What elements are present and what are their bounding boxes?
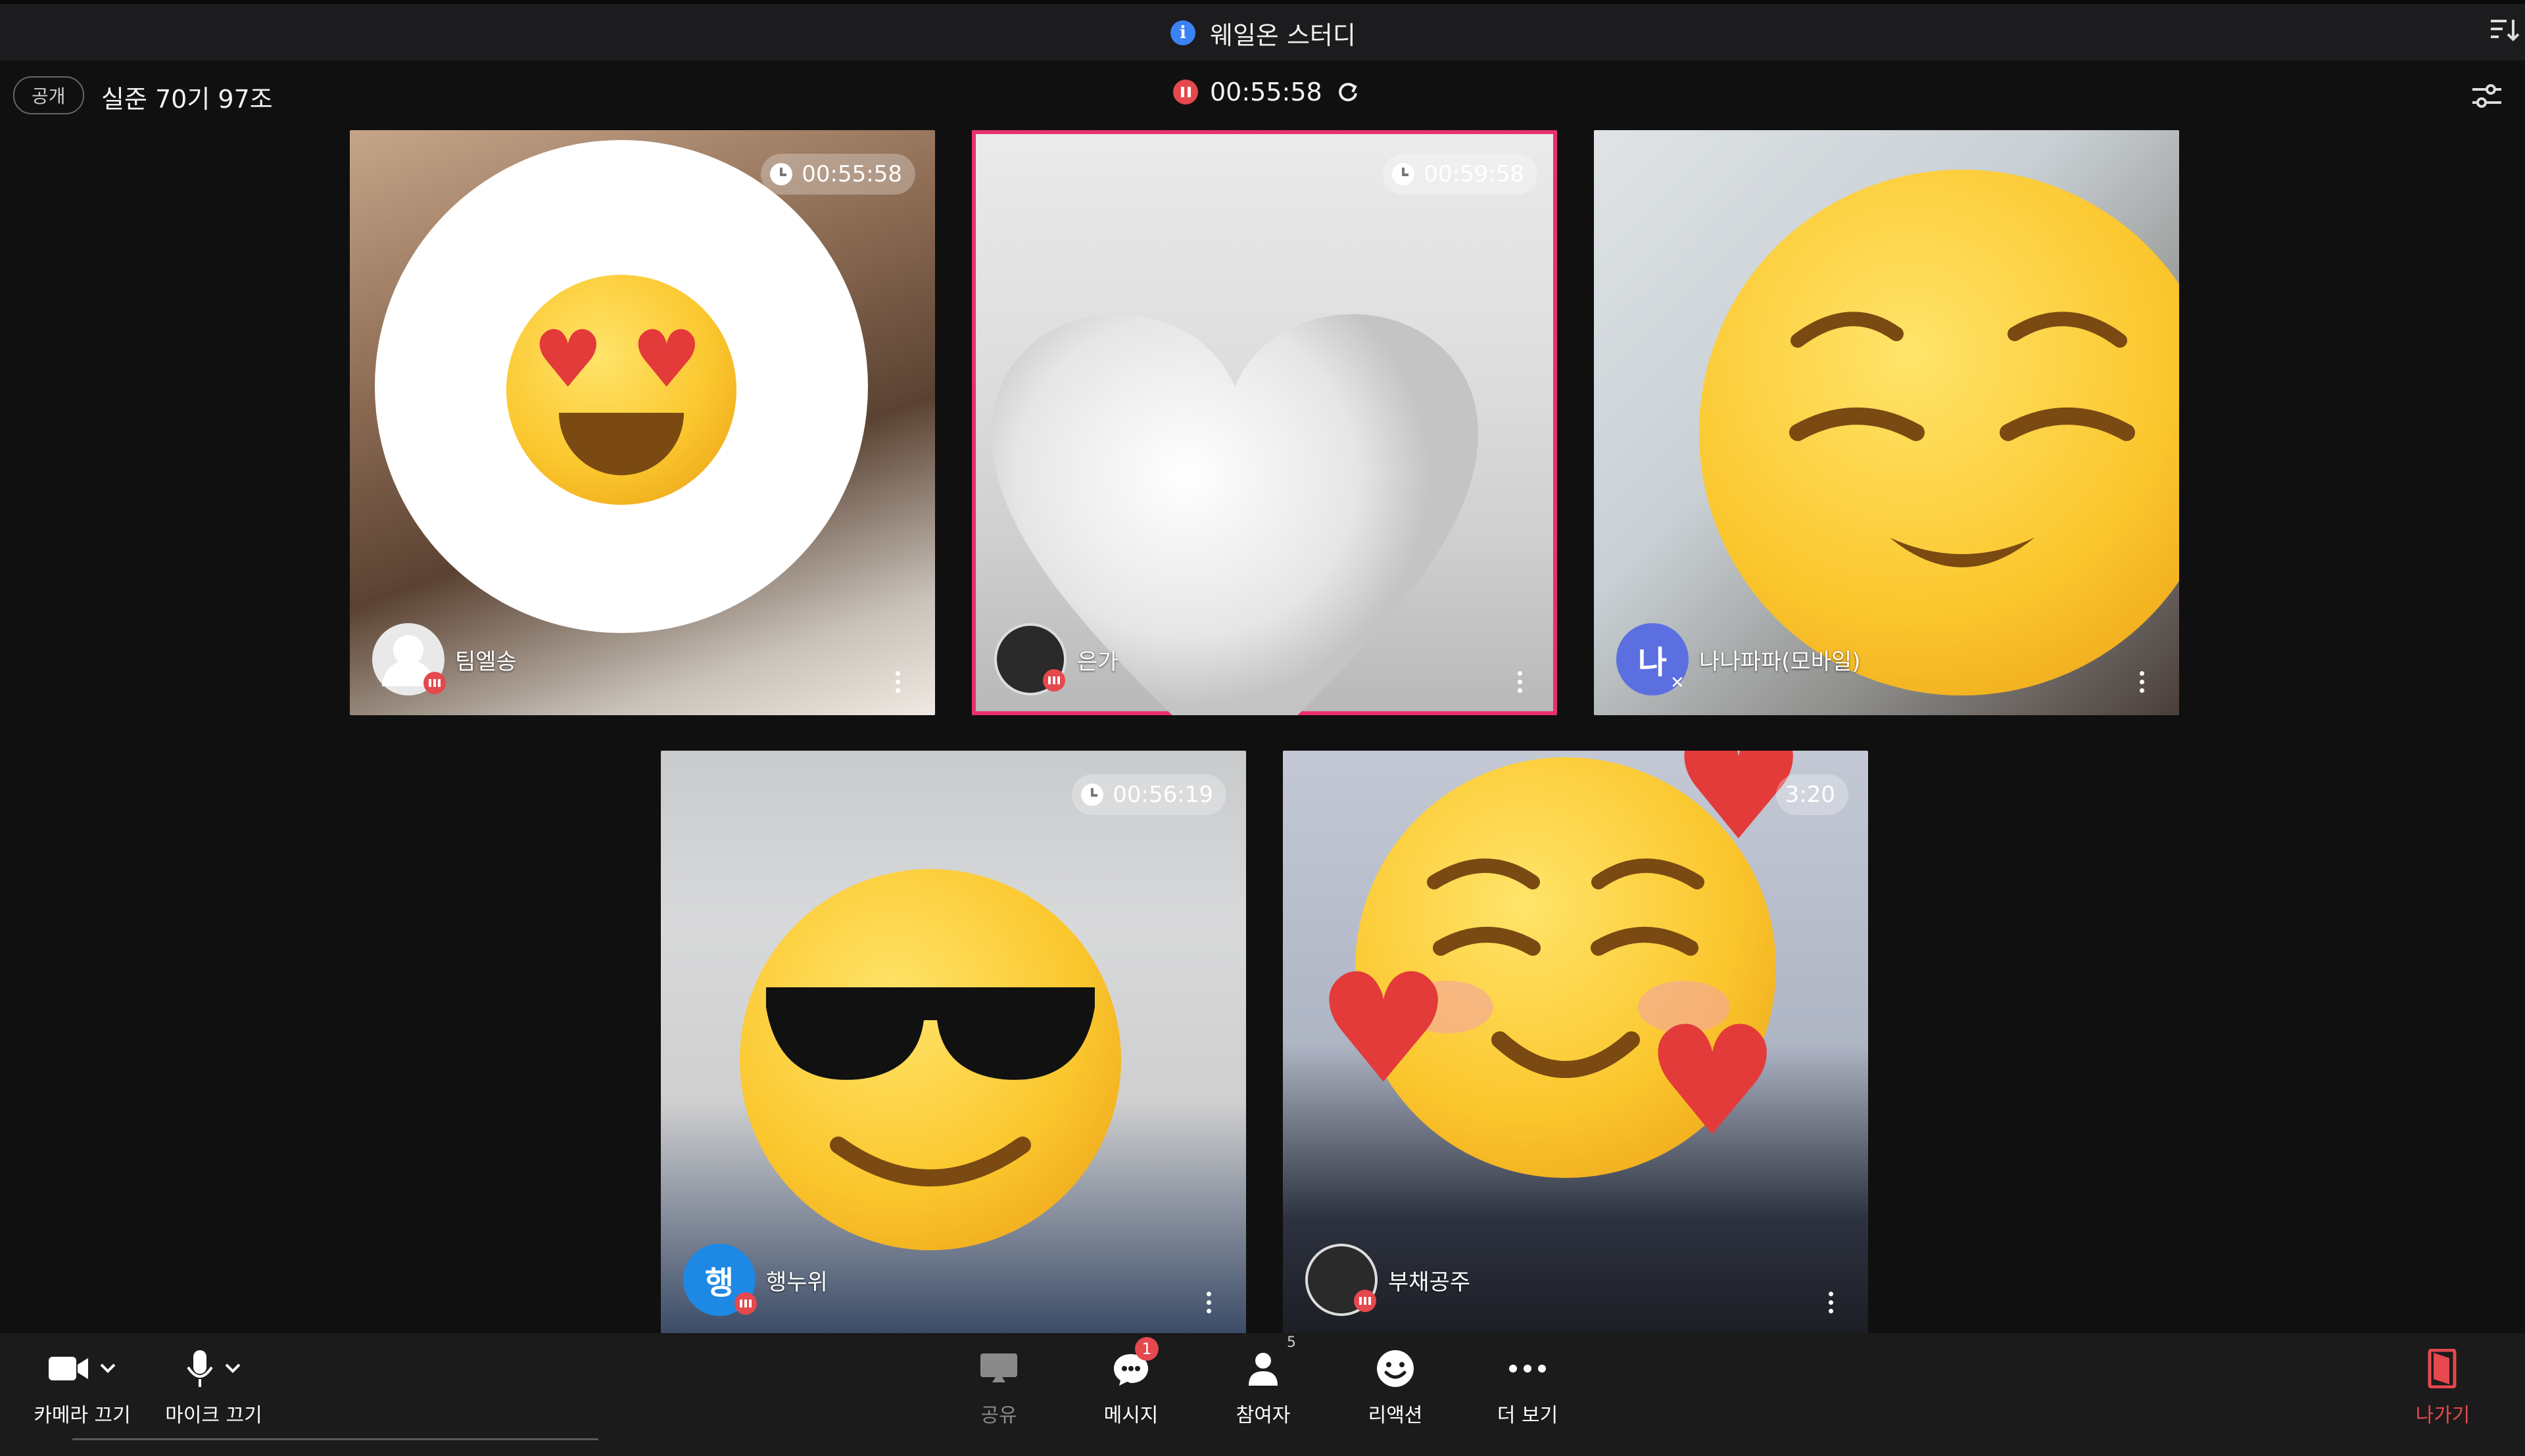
- participant-name: 나나파파(모바일): [1699, 648, 1861, 675]
- mic-toggle-label: 마이크 끄기: [165, 1404, 262, 1427]
- reaction-button[interactable]: 리액션: [1346, 1341, 1445, 1428]
- participant-label: 행 행누위: [683, 1244, 828, 1316]
- tile-timer: 00:59:58: [1383, 154, 1537, 195]
- video-tile[interactable]: ♥ ♥ ♥ 3:20 부채공주: [1283, 751, 1868, 1336]
- tile-timer: 00:55:58: [761, 154, 915, 195]
- mic-active-icon: [1043, 669, 1065, 692]
- participants-label: 참여자: [1236, 1404, 1291, 1427]
- participant-count: 5: [1287, 1334, 1296, 1351]
- clock-icon: [1081, 784, 1104, 806]
- pause-record-icon[interactable]: [1173, 80, 1198, 105]
- video-tile[interactable]: ♥ ♥ 00:55:58 팀엘송: [350, 130, 935, 715]
- exit-door-icon: [2428, 1349, 2457, 1388]
- toolbar-divider-line: [72, 1438, 598, 1440]
- settings-sliders-icon[interactable]: [2468, 78, 2505, 117]
- tile-timer-value: 3:20: [1785, 782, 1835, 808]
- mic-toggle-button[interactable]: 마이크 끄기: [164, 1341, 263, 1428]
- participant-label: 은가: [994, 623, 1118, 695]
- meeting-toolbar: 카메라 끄기 마이크 끄기 공유 1 메시지 5 참여자 리액션 더 보기 나가…: [0, 1333, 2525, 1456]
- smiley-icon: [1377, 1350, 1414, 1387]
- avatar-letter: 행: [704, 1265, 734, 1302]
- participant-name: 팀엘송: [455, 648, 517, 675]
- participant-name: 은가: [1077, 648, 1118, 675]
- camera-toggle-button[interactable]: 카메라 끄기: [33, 1341, 132, 1428]
- layout-sort-icon[interactable]: [2488, 14, 2520, 46]
- avatar: 행: [683, 1244, 757, 1316]
- avatar: [1305, 1244, 1378, 1316]
- info-icon[interactable]: i: [1170, 20, 1195, 45]
- tile-timer-value: 00:56:19: [1113, 782, 1213, 808]
- more-options-icon[interactable]: [1829, 1292, 1835, 1313]
- clock-icon: [1392, 163, 1415, 185]
- video-camera-icon: [49, 1357, 88, 1380]
- tile-timer-value: 00:55:58: [802, 161, 902, 187]
- participants-button[interactable]: 5 참여자: [1214, 1334, 1312, 1428]
- leave-label: 나가기: [2415, 1404, 2470, 1427]
- participant-name: 부채공주: [1388, 1269, 1471, 1296]
- more-horizontal-icon: [1509, 1365, 1546, 1373]
- visibility-badge: 공개: [13, 76, 84, 114]
- room-name: 실준 70기 97조: [101, 85, 273, 114]
- share-button[interactable]: 공유: [950, 1341, 1048, 1428]
- participant-label: 부채공주: [1305, 1244, 1470, 1316]
- window-title: 웨일온 스터디: [1210, 20, 1356, 50]
- reaction-label: 리액션: [1368, 1404, 1423, 1427]
- tile-timer: 00:56:19: [1072, 774, 1226, 815]
- white-circle-overlay: [375, 140, 868, 633]
- clock-icon: [770, 163, 793, 185]
- mic-muted-icon: ✕: [1670, 673, 1685, 693]
- session-elapsed: 00:55:58: [1210, 78, 1322, 106]
- tile-timer: 3:20: [1775, 774, 1848, 815]
- heart-eyes-emoji: ♥ ♥: [506, 275, 736, 505]
- camera-toggle-label: 카메라 끄기: [34, 1404, 131, 1427]
- session-timer: 00:55:58: [1173, 78, 1360, 106]
- meeting-info-bar: 공개 실준 70기 97조 00:55:58: [0, 66, 2525, 125]
- leave-button[interactable]: 나가기: [2393, 1341, 2492, 1428]
- participant-name: 행누위: [766, 1269, 828, 1296]
- more-options-icon[interactable]: [896, 671, 902, 693]
- microphone-icon: [187, 1350, 213, 1387]
- window-title-group: i 웨일온 스터디: [1170, 13, 1356, 53]
- participant-label: 나 ✕ 나나파파(모바일): [1616, 623, 1861, 695]
- avatar: [372, 623, 446, 695]
- message-label: 메시지: [1103, 1404, 1159, 1427]
- mic-active-icon: [1354, 1290, 1376, 1312]
- person-icon: [1249, 1353, 1278, 1386]
- message-button[interactable]: 1 메시지: [1082, 1337, 1180, 1428]
- avatar: 나 ✕: [1616, 623, 1689, 695]
- more-label: 더 보기: [1497, 1404, 1558, 1427]
- chevron-down-icon[interactable]: [99, 1362, 117, 1375]
- refresh-icon[interactable]: [1334, 79, 1360, 105]
- chevron-down-icon[interactable]: [224, 1362, 242, 1375]
- unread-badge: 1: [1135, 1337, 1159, 1361]
- mic-active-icon: [423, 672, 446, 694]
- more-options-icon[interactable]: [1207, 1292, 1213, 1313]
- more-button[interactable]: 더 보기: [1478, 1341, 1577, 1428]
- screen-share-icon: [980, 1353, 1017, 1382]
- video-tile[interactable]: 나 ✕ 나나파파(모바일): [1594, 130, 2179, 715]
- video-tile[interactable]: 00:56:19 행 행누위: [661, 751, 1246, 1336]
- participant-label: 팀엘송: [372, 623, 517, 695]
- more-options-icon[interactable]: [2140, 671, 2146, 693]
- avatar-letter: 나: [1637, 644, 1668, 681]
- mic-active-icon: [734, 1292, 757, 1315]
- smiling-hearts-emoji: ♥ ♥ ♥: [1316, 751, 1835, 1231]
- share-label: 공유: [980, 1404, 1017, 1427]
- sunglasses-emoji: [740, 869, 1121, 1250]
- tile-timer-value: 00:59:58: [1424, 161, 1524, 187]
- window-titlebar: i 웨일온 스터디: [0, 0, 2525, 60]
- relieved-face-emoji: [1699, 170, 2179, 695]
- more-options-icon[interactable]: [1518, 671, 1524, 693]
- avatar: [994, 623, 1067, 695]
- video-tile-active-speaker[interactable]: 00:59:58 은가: [972, 130, 1557, 715]
